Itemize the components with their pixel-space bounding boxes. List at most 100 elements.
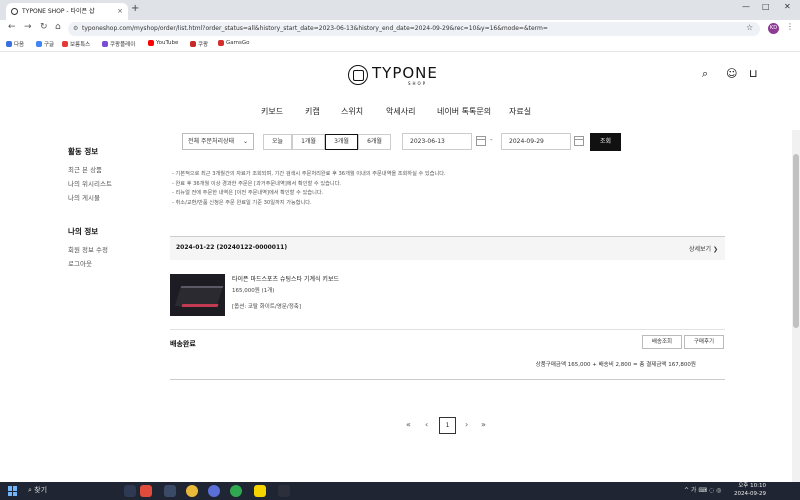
chrome-icon[interactable] xyxy=(186,485,198,497)
user-icon[interactable]: ☺ xyxy=(726,67,737,80)
nav-item[interactable]: 자료실 xyxy=(509,106,531,117)
product-price: 165,000원 (1개) xyxy=(232,288,275,294)
note-line: - 취소/교환/반품 신청은 주문 완료일 기준 30일까지 가능합니다. xyxy=(172,199,312,206)
maximize-icon[interactable]: □ xyxy=(762,2,770,11)
nav-item[interactable]: 악세사리 xyxy=(386,106,415,117)
sidebar-item-wishlist[interactable]: 나의 위시리스트 xyxy=(68,178,112,188)
back-icon[interactable]: ← xyxy=(8,22,16,32)
nav-item[interactable]: 키보드 xyxy=(261,106,283,117)
reload-icon[interactable]: ↻ xyxy=(40,22,48,32)
order-detail-link[interactable]: 상세보기 ❯ xyxy=(689,244,718,253)
new-tab-button[interactable]: + xyxy=(131,3,139,14)
bookmark-favicon-icon xyxy=(190,41,196,47)
minimize-icon[interactable]: — xyxy=(742,2,750,11)
bookmark-label: 보름특스 xyxy=(70,42,91,48)
system-tray[interactable]: ^ 가 ⌨ ◌ ◎ xyxy=(684,485,721,494)
taskbar-search[interactable]: ⌕ 찾기 xyxy=(28,485,47,495)
keyboard-image-icon xyxy=(174,286,224,306)
address-bar-row: ← → ↻ ⌂ ⚙ typoneshop.com/myshop/order/li… xyxy=(0,20,800,38)
note-line: - 완료 후 36개월 이상 경과한 주문은 [과거주문내역]에서 확인할 수 … xyxy=(172,180,342,187)
bookmark-item[interactable]: 구글 xyxy=(36,40,54,48)
end-date-input[interactable]: 2024-09-29 xyxy=(501,133,571,150)
bookmark-label: 쿠팡 xyxy=(198,42,209,48)
search-icon[interactable]: ⌕ xyxy=(702,67,708,81)
browser-tab[interactable]: TYPONE SHOP - 타이픈 샵 × xyxy=(6,3,128,20)
divider xyxy=(170,329,725,330)
browser-menu-icon[interactable]: ⋮ xyxy=(786,22,794,31)
stethoscope-app-icon[interactable] xyxy=(124,485,136,497)
product-thumbnail[interactable] xyxy=(170,274,225,316)
sidebar-item-edit-profile[interactable]: 회원 정보 수정 xyxy=(68,244,108,254)
sidebar-item-logout[interactable]: 로그아웃 xyxy=(68,258,92,268)
bookmark-favicon-icon xyxy=(218,40,224,46)
period-today-button[interactable]: 오늘 xyxy=(263,134,292,150)
taskbar-app-icon[interactable] xyxy=(278,485,290,497)
product-option: [옵션: 코랄 화이트/영문/정축] xyxy=(232,304,302,310)
bookmark-item[interactable]: 다음 xyxy=(6,40,24,48)
forward-icon[interactable]: → xyxy=(24,22,32,32)
note-line: - 리뉴얼 전에 주문한 내역은 [이전 주문내역]에서 확인할 수 있습니다. xyxy=(172,190,324,196)
bookmark-star-icon[interactable]: ☆ xyxy=(746,23,753,32)
tab-close-icon[interactable]: × xyxy=(117,3,123,20)
bookmark-favicon-icon xyxy=(102,41,108,47)
write-review-button[interactable]: 구매후기 xyxy=(684,335,724,349)
bookmark-item[interactable]: 쿠팡 xyxy=(190,40,208,48)
start-date-input[interactable]: 2023-06-13 xyxy=(402,133,472,150)
order-total: 상품구매금액 165,000 + 배송비 2,800 = 총 결제금액 167,… xyxy=(535,362,696,368)
taskbar-clock[interactable]: 오후 10:10 2024-09-29 xyxy=(734,483,766,498)
order-status-value: 전체 주문처리상태 xyxy=(188,138,235,145)
nav-item[interactable]: 키캡 xyxy=(305,106,320,117)
note-line: - 기본적으로 최근 3개월간의 자료가 조회되며, 기간 검색시 주문처리완료… xyxy=(172,171,446,177)
bookmark-favicon-icon xyxy=(36,41,42,47)
order-notes: - 기본적으로 최근 3개월간의 자료가 조회되며, 기간 검색시 주문처리완료… xyxy=(172,170,446,208)
heart-app-icon[interactable] xyxy=(140,485,152,497)
site-logo[interactable]: TYPONE SHOP xyxy=(348,63,444,89)
cart-icon[interactable]: ⊔ xyxy=(749,67,758,80)
nav-item[interactable]: 네이버 톡톡문의 xyxy=(437,106,491,117)
bookmark-label: 구글 xyxy=(44,42,55,48)
page-scrollbar[interactable] xyxy=(792,130,800,482)
prev-page-icon[interactable]: ‹ xyxy=(425,420,428,429)
url-input[interactable]: ⚙ typoneshop.com/myshop/order/list.html?… xyxy=(68,22,760,36)
period-1m-button[interactable]: 1개월 xyxy=(292,134,325,150)
next-page-icon[interactable]: › xyxy=(465,420,468,429)
page-number-current[interactable]: 1 xyxy=(439,417,456,434)
chrome-alt-icon[interactable] xyxy=(230,485,242,497)
main-nav: 키보드 키캡 스위치 악세사리 네이버 톡톡문의 자료실 xyxy=(0,106,800,120)
windows-start-icon[interactable] xyxy=(8,486,18,496)
bookmark-label: YouTube xyxy=(156,40,179,46)
track-delivery-button[interactable]: 배송조회 xyxy=(642,335,682,349)
kakaotalk-icon[interactable] xyxy=(254,485,266,497)
site-favicon-icon xyxy=(11,8,18,15)
first-page-icon[interactable]: « xyxy=(406,420,411,429)
bookmark-item[interactable]: 쿠팡플레이 xyxy=(102,40,135,48)
period-6m-button[interactable]: 6개월 xyxy=(358,134,391,150)
product-name[interactable]: 타이픈 마드스포츠 슈팅스타 기계식 키보드 xyxy=(232,274,339,283)
os-taskbar: ⌕ 찾기 ^ 가 ⌨ ◌ ◎ 오후 10:10 2024-09-29 xyxy=(0,482,800,500)
logo-subtext: SHOP xyxy=(408,81,428,86)
file-explorer-icon[interactable] xyxy=(164,485,176,497)
site-info-icon[interactable]: ⚙ xyxy=(73,22,78,36)
sidebar-item-my-posts[interactable]: 나의 게시물 xyxy=(68,192,100,202)
home-icon[interactable]: ⌂ xyxy=(55,22,61,32)
search-button[interactable]: 조회 xyxy=(590,133,621,151)
bookmark-label: GamsGo xyxy=(226,40,250,46)
divider xyxy=(170,379,725,380)
clock-time: 오후 10:10 xyxy=(738,483,766,489)
profile-avatar[interactable]: KD xyxy=(768,23,779,34)
sidebar-item-recent-viewed[interactable]: 최근 본 상품 xyxy=(68,164,102,174)
bookmark-item[interactable]: 보름특스 xyxy=(62,40,90,48)
nav-item[interactable]: 스위치 xyxy=(341,106,363,117)
bookmark-item[interactable]: GamsGo xyxy=(218,40,249,46)
calendar-icon[interactable] xyxy=(574,136,584,146)
logo-mark-icon xyxy=(348,65,368,85)
period-3m-button[interactable]: 3개월 xyxy=(325,134,358,150)
last-page-icon[interactable]: » xyxy=(481,420,486,429)
url-text: typoneshop.com/myshop/order/list.html?or… xyxy=(82,25,548,32)
order-status-select[interactable]: 전체 주문처리상태 ⌄ xyxy=(182,133,254,150)
close-window-icon[interactable]: ✕ xyxy=(784,2,791,11)
chrome-profile-icon[interactable] xyxy=(208,485,220,497)
bookmark-item[interactable]: YouTube xyxy=(148,40,178,46)
calendar-icon[interactable] xyxy=(476,136,486,146)
scrollbar-thumb[interactable] xyxy=(793,154,799,328)
